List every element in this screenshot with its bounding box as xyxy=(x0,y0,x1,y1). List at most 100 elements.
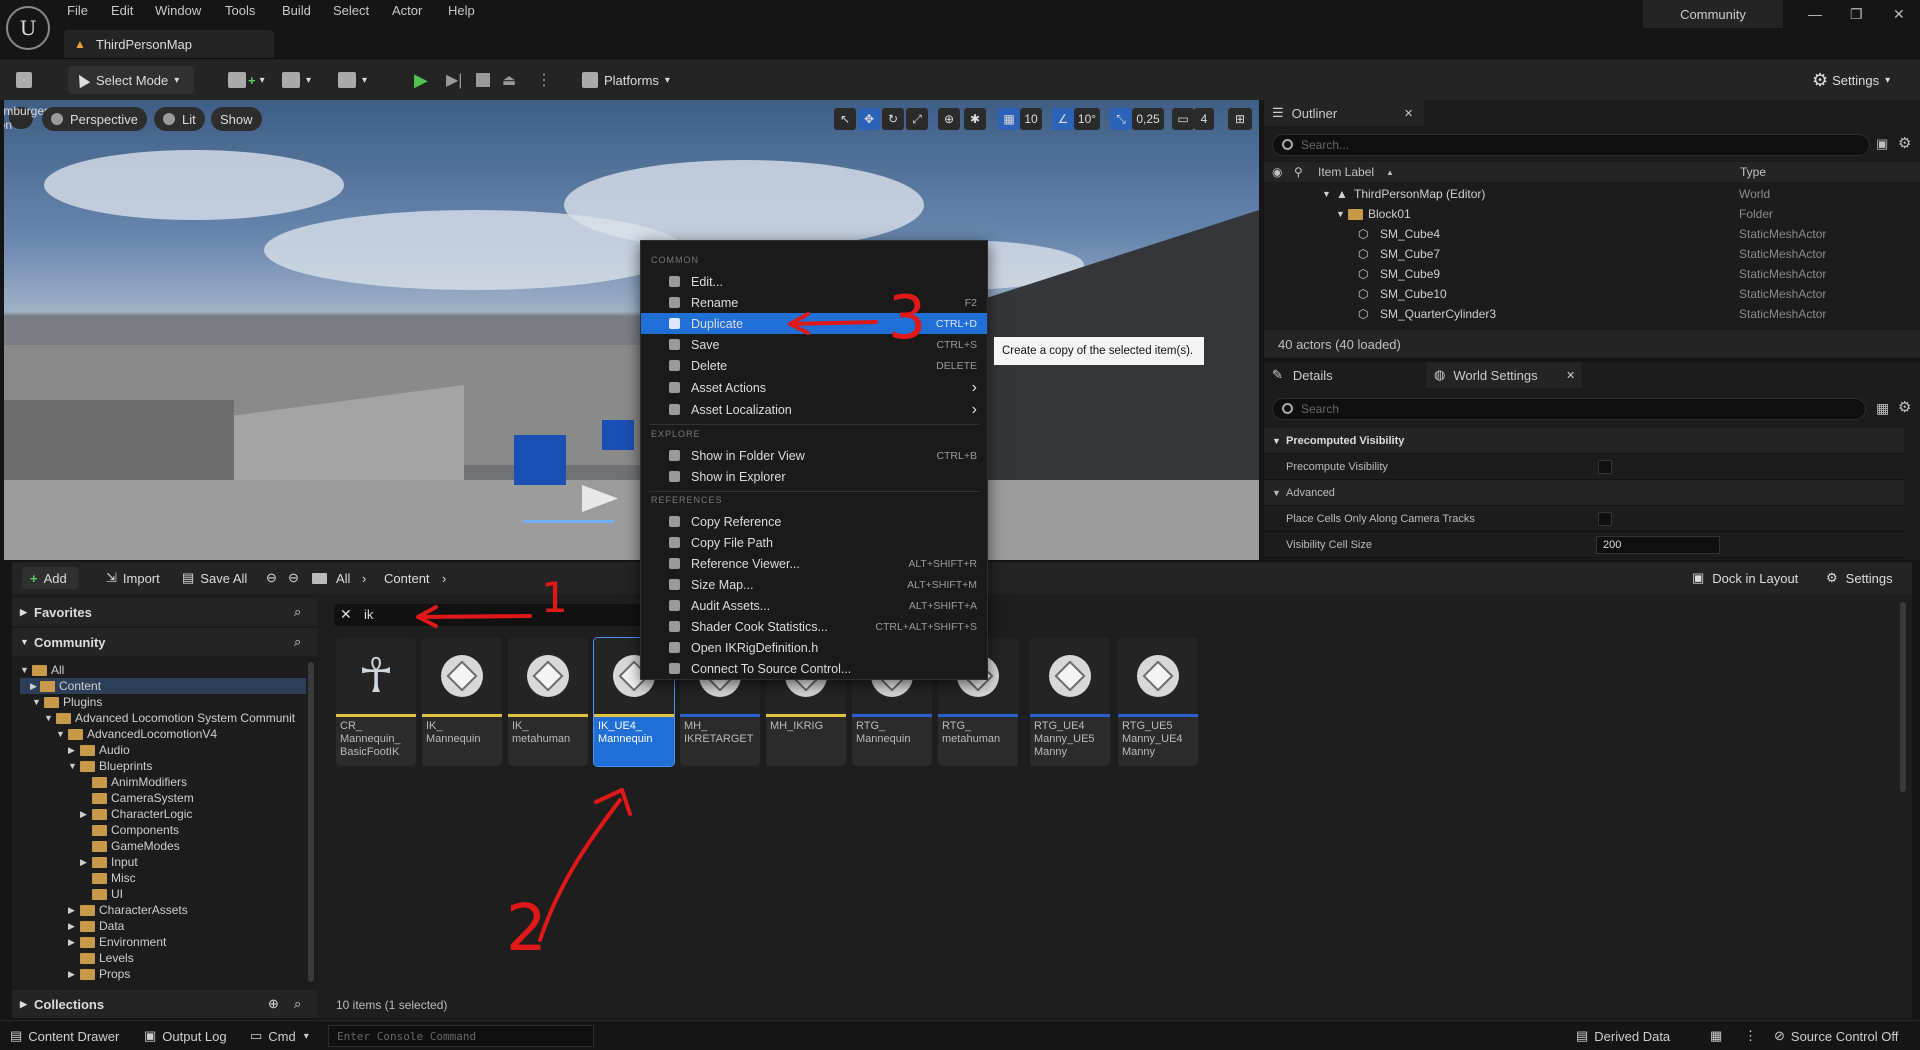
menu-item-delete[interactable]: Delete DELETE xyxy=(641,355,987,376)
table-view-icon[interactable]: ▦ xyxy=(1876,400,1889,417)
tree-item[interactable]: ▶ Input xyxy=(80,854,138,870)
category-advanced[interactable]: ▼ Advanced xyxy=(1264,480,1904,506)
tab-level[interactable]: ▲ ThirdPersonMap xyxy=(64,30,274,58)
col-type[interactable]: Type xyxy=(1740,165,1766,179)
angle-snap-icon[interactable]: ∠ xyxy=(1052,108,1074,130)
import-button[interactable]: ⇲ Import xyxy=(106,567,160,589)
pin-icon[interactable]: ⚲ xyxy=(1294,165,1303,179)
asset-tile[interactable]: RTG_UE4 Manny_UE5 Manny xyxy=(1030,638,1110,766)
tree-item-selected[interactable]: ▶ Content xyxy=(20,678,306,694)
dock-in-layout-button[interactable]: ▣ Dock in Layout xyxy=(1692,567,1798,589)
menu-item-asset-actions[interactable]: Asset Actions › xyxy=(641,377,987,398)
surface-snap-icon[interactable]: ✱ xyxy=(964,108,986,130)
asset-tile[interactable]: IK_ Mannequin xyxy=(422,638,502,766)
save-icon[interactable] xyxy=(16,66,38,94)
camera-speed-value[interactable]: 4 xyxy=(1194,108,1214,130)
tree-item[interactable]: Misc xyxy=(92,870,136,886)
details-search-input[interactable]: Search xyxy=(1272,398,1866,420)
scale-snap-value[interactable]: 0,25 xyxy=(1132,108,1164,130)
minimize-icon[interactable]: — xyxy=(1808,6,1822,22)
outliner-row[interactable]: ⬡ SM_Cube4 StaticMeshActor xyxy=(1264,224,1904,244)
menu-item-save[interactable]: Save CTRL+S xyxy=(641,334,987,355)
rotate-tool-icon[interactable]: ↻ xyxy=(882,108,904,130)
close-icon[interactable]: ✕ xyxy=(1404,107,1413,120)
asset-search-input[interactable]: ✕ ik xyxy=(334,604,654,626)
camera-speed-icon[interactable]: ▭ xyxy=(1172,108,1194,130)
add-collection-icon[interactable]: ⊕ xyxy=(268,996,279,1012)
output-log-button[interactable]: ▣ Output Log xyxy=(144,1028,227,1044)
tree-item[interactable]: ▼ AdvancedLocomotionV4 xyxy=(56,726,217,742)
grid-snap-value[interactable]: 10 xyxy=(1020,108,1042,130)
community-tab[interactable]: Community xyxy=(1643,0,1783,28)
tree-item[interactable]: Levels xyxy=(80,950,134,966)
outliner-row[interactable]: ▼ Block01 Folder xyxy=(1264,204,1904,224)
clear-search-icon[interactable]: ✕ xyxy=(340,606,352,623)
add-folder-icon[interactable]: ▣ xyxy=(1876,136,1888,152)
menu-item-copy-reference[interactable]: Copy Reference xyxy=(641,511,987,532)
blueprint-button[interactable]: ▾ xyxy=(282,66,311,94)
tree-item[interactable]: AnimModifiers xyxy=(92,774,187,790)
add-actor-button[interactable]: + ▾ xyxy=(228,66,265,94)
tree-item[interactable]: Components xyxy=(92,822,179,838)
menu-item-show-in-explorer[interactable]: Show in Explorer xyxy=(641,466,987,487)
tree-item[interactable]: ▶ Props xyxy=(68,966,130,982)
menu-item-open-header[interactable]: Open IKRigDefinition.h xyxy=(641,637,987,658)
perspective-button[interactable]: Perspective xyxy=(42,107,147,131)
gear-icon[interactable]: ⚙ xyxy=(1898,398,1911,416)
menu-item-reference-viewer[interactable]: Reference Viewer... ALT+SHIFT+R xyxy=(641,553,987,574)
viewport-menu-icon[interactable]: hamburger-icon xyxy=(4,104,52,132)
menu-build[interactable]: Build xyxy=(282,3,311,18)
asset-tile[interactable]: ☥ CR_ Mannequin_ BasicFootIK xyxy=(336,638,416,766)
menu-item-shader-cook-statistics[interactable]: Shader Cook Statistics... CTRL+ALT+SHIFT+… xyxy=(641,616,987,637)
breadcrumb-all[interactable]: All xyxy=(336,567,350,589)
level-viewport[interactable]: hamburger-icon Perspective Lit Show ↖ ✥ … xyxy=(4,100,1259,560)
platforms-dropdown[interactable]: Platforms ▾ xyxy=(578,66,690,94)
menu-select[interactable]: Select xyxy=(333,3,369,18)
tab-details[interactable]: ✎ Details xyxy=(1264,362,1424,388)
menu-window[interactable]: Window xyxy=(155,3,201,18)
tree-scrollbar[interactable] xyxy=(308,662,314,982)
settings-dropdown[interactable]: ⚙ Settings ▾ xyxy=(1812,66,1910,94)
menu-item-audit-assets[interactable]: Audit Assets... ALT+SHIFT+A xyxy=(641,595,987,616)
tree-item[interactable]: ▶ CharacterLogic xyxy=(80,806,192,822)
menu-item-asset-localization[interactable]: Asset Localization › xyxy=(641,399,987,420)
chevron-right-icon[interactable]: › xyxy=(442,567,446,589)
tree-item[interactable]: ▼ Plugins xyxy=(32,694,102,710)
tree-item[interactable]: ▼ All xyxy=(20,662,64,678)
close-icon[interactable]: ✕ xyxy=(1893,6,1905,23)
tree-item[interactable]: ▶ CharacterAssets xyxy=(68,902,188,918)
menu-item-connect-source-control[interactable]: Connect To Source Control... xyxy=(641,658,987,679)
menu-item-rename[interactable]: Rename F2 xyxy=(641,292,987,313)
tree-item[interactable]: ▼ Advanced Locomotion System Communit xyxy=(44,710,295,726)
collections-section[interactable]: ▶ Collections ⊕ ⌕ xyxy=(12,990,318,1018)
asset-tile[interactable]: RTG_UE5 Manny_UE4 Manny xyxy=(1118,638,1198,766)
col-item-label[interactable]: Item Label xyxy=(1318,165,1374,179)
folder-icon[interactable] xyxy=(312,567,331,589)
outliner-search-input[interactable]: Search... xyxy=(1272,134,1870,156)
menu-item-copy-file-path[interactable]: Copy File Path xyxy=(641,532,987,553)
menu-file[interactable]: File xyxy=(67,3,88,18)
lit-button[interactable]: Lit xyxy=(154,107,205,131)
eject-icon[interactable]: ⏏ xyxy=(502,66,516,94)
grid-snap-icon[interactable]: ▦ xyxy=(998,108,1020,130)
tree-item[interactable]: ▶ Audio xyxy=(68,742,130,758)
angle-snap-value[interactable]: 10° xyxy=(1074,108,1100,130)
layout-icon[interactable]: ⊞ xyxy=(1228,108,1252,130)
search-icon[interactable]: ⌕ xyxy=(294,996,301,1012)
play-icon[interactable]: ▶ xyxy=(414,66,428,94)
select-mode-dropdown[interactable]: Select Mode ▾ xyxy=(68,66,194,94)
close-icon[interactable]: ✕ xyxy=(1566,369,1575,382)
select-tool-icon[interactable]: ↖ xyxy=(834,108,856,130)
outliner-row[interactable]: ⬡ SM_Cube9 StaticMeshActor xyxy=(1264,264,1904,284)
tab-outliner[interactable]: ☰ Outliner ✕ xyxy=(1264,100,1424,126)
asset-tile[interactable]: IK_ metahuman xyxy=(508,638,588,766)
search-icon[interactable]: ⌕ xyxy=(294,634,301,650)
menu-help[interactable]: Help xyxy=(448,3,475,18)
tree-item[interactable]: ▶ Environment xyxy=(68,934,166,950)
settings-button[interactable]: ⚙ Settings xyxy=(1826,567,1893,589)
outliner-row[interactable]: ⬡ SM_Cube10 StaticMeshActor xyxy=(1264,284,1904,304)
outliner-row[interactable]: ⬡ SM_QuarterCylinder3 StaticMeshActor xyxy=(1264,304,1904,324)
precompute-visibility-checkbox[interactable] xyxy=(1598,459,1612,474)
tree-item[interactable]: CameraSystem xyxy=(92,790,194,806)
unreal-logo-icon[interactable]: U xyxy=(6,6,50,50)
